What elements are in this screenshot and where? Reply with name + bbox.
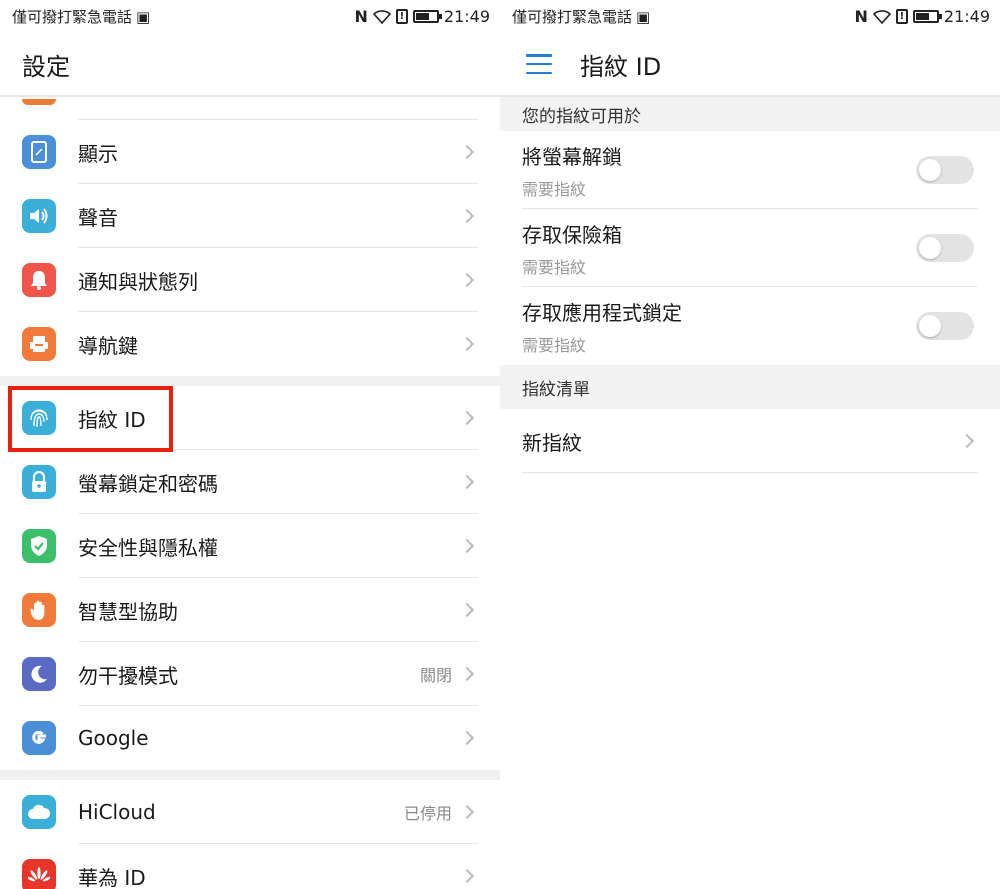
wifi-icon — [372, 9, 391, 24]
settings-item-label: 螢幕鎖定和密碼 — [78, 471, 218, 496]
row-title: 將螢幕解鎖 — [522, 144, 622, 169]
settings-item-display[interactable]: 顯示 — [0, 120, 500, 184]
carrier-text: 僅可撥打緊急電話 — [512, 8, 633, 26]
section-header: 指紋清單 — [500, 365, 1000, 409]
hand-icon — [22, 593, 56, 627]
section-gap — [0, 770, 500, 780]
page-title-bar: 指紋 ID — [500, 33, 1000, 97]
row-subtitle: 需要指紋 — [522, 335, 587, 355]
section-gap — [0, 376, 500, 386]
unlock-screen-toggle[interactable] — [916, 156, 974, 184]
wifi-icon — [872, 9, 891, 24]
access-app-lock-row[interactable]: 存取應用程式鎖定 需要指紋 — [500, 287, 1000, 365]
page-title: 指紋 ID — [580, 52, 662, 81]
settings-item-huawei-id[interactable]: 華為 ID — [0, 844, 500, 889]
fingerprint-id-panel: 僅可撥打緊急電話 ▣ N ! 21:49 指紋 ID 您的指紋可用於 將螢幕解鎖… — [500, 0, 1000, 889]
chevron-right-icon — [459, 336, 475, 352]
chevron-right-icon — [459, 410, 475, 426]
settings-item-value: 已停用 — [403, 804, 452, 823]
settings-item-google[interactable]: Google — [0, 706, 500, 770]
menu-icon[interactable] — [526, 54, 552, 74]
row-subtitle: 需要指紋 — [522, 257, 587, 277]
settings-item-label: 勿干擾模式 — [78, 663, 178, 688]
new-fingerprint-row[interactable]: 新指紋 — [500, 409, 1000, 473]
navigation-key-icon — [22, 327, 56, 361]
battery-icon — [412, 10, 442, 23]
nfc-icon: N — [354, 7, 368, 26]
speaker-icon — [22, 199, 56, 233]
carrier-status: 僅可撥打緊急電話 ▣ — [12, 6, 150, 27]
settings-item-label: 通知與狀態列 — [78, 269, 198, 294]
chevron-right-icon — [459, 208, 475, 224]
row-title: 存取應用程式鎖定 — [522, 300, 682, 325]
battery-icon — [912, 10, 942, 23]
settings-item-label: 顯示 — [78, 141, 118, 166]
work-bag-icon: ▣ — [636, 7, 651, 26]
google-icon — [22, 721, 56, 755]
bell-icon — [22, 263, 56, 297]
settings-item-hicloud[interactable]: HiCloud 已停用 — [0, 780, 500, 844]
settings-item-navigation-key[interactable]: 導航鍵 — [0, 312, 500, 376]
carrier-status: 僅可撥打緊急電話 ▣ — [512, 6, 650, 27]
status-bar: 僅可撥打緊急電話 ▣ N ! 21:49 — [500, 0, 1000, 33]
clock-text: 21:49 — [943, 7, 990, 26]
huawei-icon — [22, 859, 56, 889]
sim-alert-icon: ! — [395, 9, 408, 24]
settings-item-notifications[interactable]: 通知與狀態列 — [0, 248, 500, 312]
status-icons: N ! 21:49 — [355, 7, 491, 26]
chevron-right-icon — [459, 538, 475, 554]
chevron-right-icon — [459, 804, 475, 820]
row-subtitle: 需要指紋 — [522, 179, 587, 199]
cloud-icon — [22, 795, 56, 829]
settings-panel: 僅可撥打緊急電話 ▣ N ! 21:49 設定 顯示 聲音 通知與狀態列 導航鍵… — [0, 0, 500, 889]
settings-item-label: 聲音 — [78, 205, 118, 230]
access-safe-toggle[interactable] — [916, 234, 974, 262]
page-title-bar: 設定 — [0, 33, 500, 97]
partial-item-icon — [22, 99, 56, 105]
settings-item-label: 安全性與隱私權 — [78, 535, 218, 560]
settings-item-do-not-disturb[interactable]: 勿干擾模式 關閉 — [0, 642, 500, 706]
section-header: 您的指紋可用於 — [500, 97, 1000, 131]
chevron-right-icon — [459, 474, 475, 490]
clock-text: 21:49 — [443, 7, 490, 26]
lock-icon — [22, 465, 56, 499]
chevron-right-icon — [459, 666, 475, 682]
status-icons: N ! 21:49 — [855, 7, 991, 26]
shield-icon — [22, 529, 56, 563]
work-bag-icon: ▣ — [136, 7, 151, 26]
chevron-right-icon — [459, 602, 475, 618]
new-fingerprint-label: 新指紋 — [522, 430, 582, 455]
status-bar: 僅可撥打緊急電話 ▣ N ! 21:49 — [0, 0, 500, 33]
moon-icon — [22, 657, 56, 691]
settings-item-security[interactable]: 安全性與隱私權 — [0, 514, 500, 578]
chevron-right-icon — [459, 144, 475, 160]
chevron-right-icon — [459, 868, 475, 884]
settings-item-label: Google — [78, 726, 149, 750]
chevron-right-icon — [459, 730, 475, 746]
section-title: 您的指紋可用於 — [522, 106, 641, 127]
access-app-lock-toggle[interactable] — [916, 312, 974, 340]
settings-list: 顯示 聲音 通知與狀態列 導航鍵 指紋 ID 螢幕鎖定和密碼 安全性與隱私權 智… — [0, 120, 500, 889]
fingerprint-highlight-box — [8, 386, 173, 452]
settings-item-value: 關閉 — [419, 666, 452, 685]
settings-item-sound[interactable]: 聲音 — [0, 184, 500, 248]
row-title: 存取保險箱 — [522, 222, 622, 247]
section-title: 指紋清單 — [522, 379, 590, 400]
settings-item-label: 導航鍵 — [78, 333, 138, 358]
settings-item-label: 華為 ID — [78, 865, 146, 889]
nfc-icon: N — [854, 7, 868, 26]
settings-item-label: HiCloud — [78, 800, 156, 824]
chevron-right-icon — [459, 272, 475, 288]
display-icon — [22, 135, 56, 169]
settings-item-smart-assistance[interactable]: 智慧型協助 — [0, 578, 500, 642]
access-safe-row[interactable]: 存取保險箱 需要指紋 — [500, 209, 1000, 287]
sim-alert-icon: ! — [895, 9, 908, 24]
carrier-text: 僅可撥打緊急電話 — [12, 8, 133, 26]
settings-item-screen-lock[interactable]: 螢幕鎖定和密碼 — [0, 450, 500, 514]
chevron-right-icon — [959, 433, 975, 449]
unlock-screen-row[interactable]: 將螢幕解鎖 需要指紋 — [500, 131, 1000, 209]
settings-item-label: 智慧型協助 — [78, 599, 178, 624]
page-title: 設定 — [22, 52, 70, 81]
